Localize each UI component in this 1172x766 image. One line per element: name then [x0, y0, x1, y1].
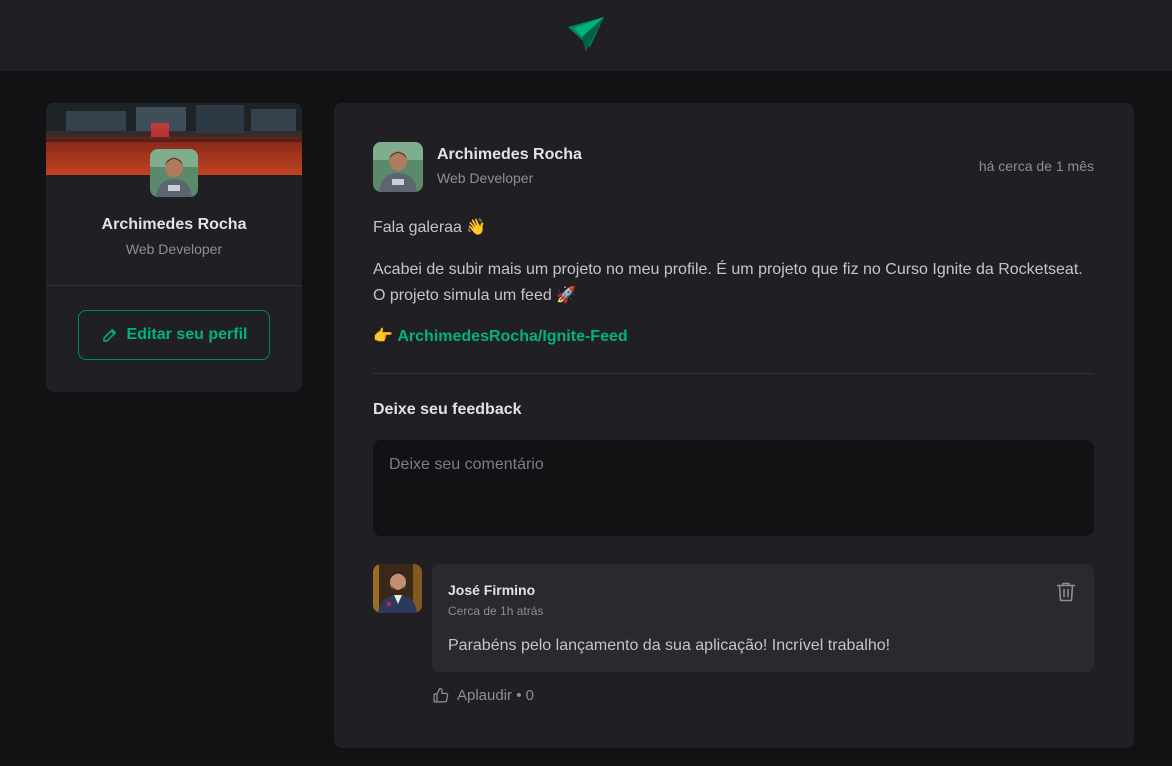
post-body: Acabei de subir mais um projeto no meu p… [373, 261, 1083, 304]
comment-author-name[interactable]: José Firmino [448, 582, 535, 598]
post-link-line: 👉 ArchimedesRocha/Ignite-Feed [373, 324, 1098, 350]
comment-input[interactable] [373, 440, 1094, 536]
post-author-name[interactable]: Archimedes Rocha [437, 146, 582, 164]
divider [373, 373, 1094, 374]
post-author-role: Web Developer [437, 170, 534, 186]
post-card: Archimedes Rocha Web Developer há cerca … [334, 103, 1134, 748]
paper-plane-logo-icon[interactable] [568, 16, 604, 51]
profile-name: Archimedes Rocha [101, 216, 247, 233]
app-header [0, 0, 1172, 71]
applaud-label: Aplaudir • 0 [457, 687, 534, 704]
applaud-button[interactable]: Aplaudir • 0 [432, 687, 534, 704]
repo-link[interactable]: ArchimedesRocha/Ignite-Feed [397, 328, 627, 345]
post-timestamp: há cerca de 1 mês [978, 158, 1094, 174]
comment-timestamp: Cerca de 1h atrás [448, 604, 544, 618]
edit-profile-label: Editar seu perfil [126, 326, 248, 343]
divider [46, 285, 302, 286]
thumbs-up-icon [433, 687, 449, 703]
avatar[interactable] [150, 149, 198, 197]
post-author-avatar[interactable] [373, 142, 423, 192]
profile-sidebar: Archimedes Rocha Web Developer Editar se… [46, 103, 302, 392]
trash-icon [1056, 582, 1076, 602]
delete-comment-button[interactable] [1054, 580, 1078, 604]
pointing-hand-emoji: 👉 [373, 328, 398, 345]
feedback-title: Deixe seu feedback [373, 401, 522, 418]
pencil-icon [102, 329, 116, 342]
post-greeting: Fala galeraa 👋 [373, 219, 487, 236]
comment-author-avatar[interactable] [373, 564, 422, 613]
edit-profile-button[interactable]: Editar seu perfil [78, 310, 270, 360]
comment-box: José Firmino Cerca de 1h atrás Parabéns … [432, 564, 1094, 672]
profile-role: Web Developer [125, 241, 223, 257]
comment-text: Parabéns pelo lançamento da sua aplicaçã… [448, 637, 891, 654]
